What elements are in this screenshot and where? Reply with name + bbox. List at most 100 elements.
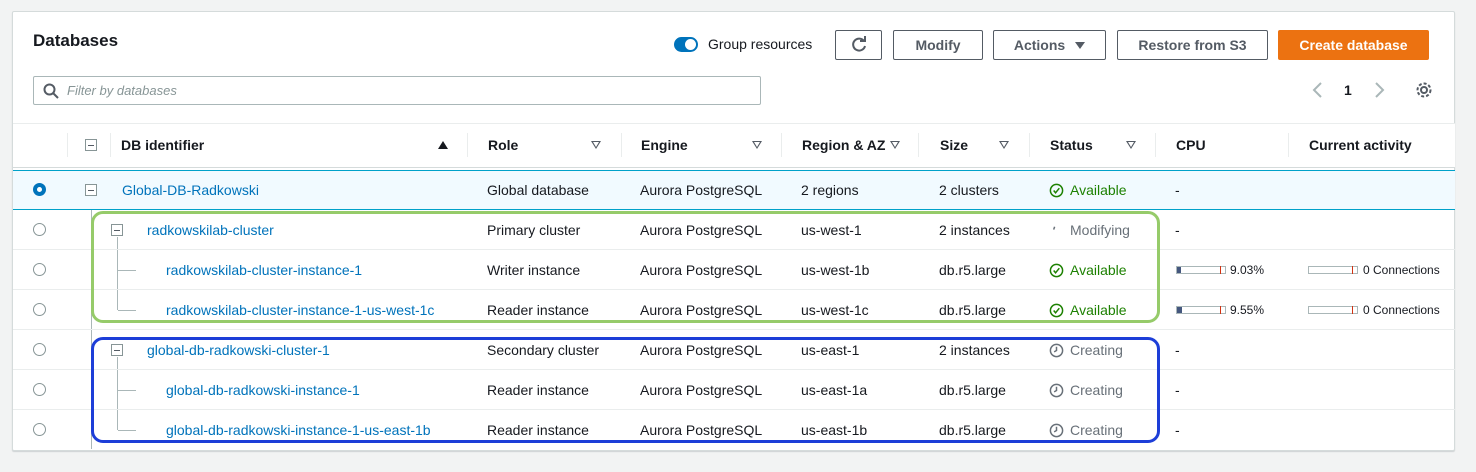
- connections-bar: [1308, 306, 1358, 314]
- clock-icon: [1049, 423, 1064, 438]
- chevron-left-icon[interactable]: [1311, 81, 1325, 99]
- db-identifier-link[interactable]: global-db-radkowski-cluster-1: [147, 342, 330, 358]
- actions-button[interactable]: Actions: [993, 30, 1106, 60]
- column-divider: [1029, 133, 1030, 157]
- col-engine[interactable]: Engine: [641, 137, 688, 153]
- group-resources-label: Group resources: [708, 36, 813, 52]
- status-text: Creating: [1070, 342, 1123, 358]
- sort-icon[interactable]: [999, 141, 1009, 149]
- region-cell: us-west-1c: [801, 302, 869, 318]
- row-radio[interactable]: [33, 343, 46, 356]
- caret-down-icon: [1075, 41, 1086, 49]
- db-identifier-link[interactable]: radkowskilab-cluster-instance-1-us-west-…: [166, 302, 434, 318]
- row-radio[interactable]: [33, 383, 46, 396]
- status-badge: Creating: [1049, 342, 1123, 358]
- role-cell: Secondary cluster: [487, 342, 600, 358]
- role-cell: Writer instance: [487, 262, 581, 278]
- status-badge: Creating: [1049, 382, 1123, 398]
- col-size[interactable]: Size: [940, 137, 968, 153]
- region-cell: us-west-1: [801, 222, 862, 238]
- cpu-bar-fill: [1177, 267, 1182, 273]
- column-divider: [918, 133, 919, 157]
- sort-ascending-icon[interactable]: [437, 140, 449, 150]
- refresh-button[interactable]: [835, 30, 882, 60]
- toggle-switch[interactable]: [674, 36, 698, 52]
- db-identifier-link[interactable]: global-db-radkowski-instance-1: [166, 382, 360, 398]
- column-divider: [781, 133, 782, 157]
- status-text: Creating: [1070, 382, 1123, 398]
- search-input[interactable]: [67, 83, 667, 98]
- check-circle-icon: [1049, 183, 1064, 198]
- restore-from-s3-button[interactable]: Restore from S3: [1117, 30, 1268, 60]
- create-database-button[interactable]: Create database: [1278, 30, 1429, 60]
- status-badge: Available: [1049, 182, 1127, 198]
- collapse-icon[interactable]: [85, 184, 97, 196]
- row-radio[interactable]: [33, 263, 46, 276]
- clock-icon: [1049, 383, 1064, 398]
- col-db-identifier[interactable]: DB identifier: [121, 137, 204, 153]
- sort-icon[interactable]: [890, 141, 900, 149]
- engine-cell: Aurora PostgreSQL: [640, 382, 763, 398]
- sort-icon[interactable]: [752, 141, 762, 149]
- region-cell: us-east-1a: [801, 382, 868, 398]
- column-divider: [1288, 133, 1289, 157]
- collapse-all-icon[interactable]: [85, 139, 97, 151]
- column-divider: [1155, 133, 1156, 157]
- status-text: Modifying: [1070, 222, 1130, 238]
- column-divider: [67, 133, 68, 157]
- connections-threshold-mark: [1352, 306, 1353, 314]
- sort-icon[interactable]: [591, 141, 601, 149]
- cpu-bar: [1176, 306, 1226, 314]
- size-cell: 2 instances: [939, 222, 1010, 238]
- db-identifier-link[interactable]: Global-DB-Radkowski: [122, 182, 259, 198]
- size-cell: db.r5.large: [939, 262, 1006, 278]
- spinner-icon: [1049, 223, 1064, 238]
- clock-icon: [1049, 343, 1064, 358]
- modify-button[interactable]: Modify: [893, 30, 983, 60]
- collapse-icon[interactable]: [111, 224, 123, 236]
- db-identifier-link[interactable]: global-db-radkowski-instance-1-us-east-1…: [166, 422, 431, 438]
- size-cell: db.r5.large: [939, 422, 1006, 438]
- role-cell: Global database: [487, 182, 589, 198]
- status-text: Creating: [1070, 422, 1123, 438]
- engine-cell: Aurora PostgreSQL: [640, 422, 763, 438]
- col-current-activity[interactable]: Current activity: [1309, 137, 1412, 153]
- cpu-cell: 9.55%: [1230, 303, 1265, 317]
- cpu-bar: [1176, 266, 1226, 274]
- collapse-icon[interactable]: [111, 344, 123, 356]
- refresh-icon: [851, 36, 866, 52]
- region-cell: us-east-1: [801, 342, 860, 358]
- actions-label: Actions: [1013, 37, 1066, 53]
- column-divider: [621, 133, 622, 157]
- check-circle-icon: [1049, 263, 1064, 278]
- col-region[interactable]: Region & AZ: [802, 137, 885, 153]
- row-radio[interactable]: [33, 303, 46, 316]
- row-radio[interactable]: [33, 423, 46, 436]
- col-status[interactable]: Status: [1050, 137, 1093, 153]
- db-identifier-link[interactable]: radkowskilab-cluster: [147, 222, 274, 238]
- group-resources-toggle[interactable]: Group resources: [674, 36, 812, 52]
- gear-icon[interactable]: [1415, 81, 1433, 99]
- page-number[interactable]: 1: [1344, 82, 1352, 98]
- cpu-threshold-mark: [1220, 306, 1221, 314]
- status-text: Available: [1070, 182, 1127, 198]
- sort-icon[interactable]: [1126, 141, 1136, 149]
- row-radio[interactable]: [33, 223, 46, 236]
- engine-cell: Aurora PostgreSQL: [640, 342, 763, 358]
- role-cell: Primary cluster: [487, 222, 581, 238]
- cpu-bar-fill: [1177, 307, 1182, 313]
- db-identifier-link[interactable]: radkowskilab-cluster-instance-1: [166, 262, 362, 278]
- col-role[interactable]: Role: [488, 137, 518, 153]
- filter-search[interactable]: [33, 76, 761, 105]
- size-cell: db.r5.large: [939, 302, 1006, 318]
- table-header: [13, 123, 1455, 168]
- search-icon: [43, 83, 59, 99]
- chevron-right-icon[interactable]: [1372, 81, 1386, 99]
- engine-cell: Aurora PostgreSQL: [640, 262, 763, 278]
- status-badge: Modifying: [1049, 222, 1130, 238]
- cpu-cell: -: [1175, 222, 1180, 238]
- activity-cell: 0 Connections: [1363, 303, 1440, 317]
- row-radio[interactable]: [33, 183, 46, 196]
- engine-cell: Aurora PostgreSQL: [640, 302, 763, 318]
- col-cpu[interactable]: CPU: [1176, 137, 1206, 153]
